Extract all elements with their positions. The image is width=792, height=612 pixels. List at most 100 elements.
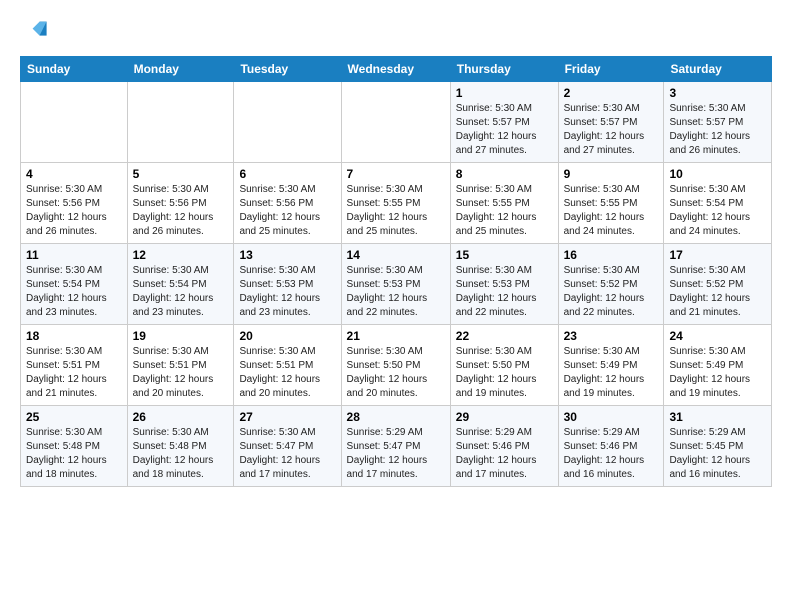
day-cell: 2 Sunrise: 5:30 AM Sunset: 5:57 PM Daylig… — [558, 82, 664, 163]
day-number: 2 — [564, 86, 659, 100]
day-cell: 26 Sunrise: 5:30 AM Sunset: 5:48 PM Dayli… — [127, 406, 234, 487]
col-header-wednesday: Wednesday — [341, 57, 450, 82]
day-number: 6 — [239, 167, 335, 181]
day-number: 14 — [347, 248, 445, 262]
day-number: 30 — [564, 410, 659, 424]
day-detail: Sunrise: 5:30 AM Sunset: 5:55 PM Dayligh… — [347, 183, 445, 239]
day-cell — [21, 82, 128, 163]
day-cell: 18 Sunrise: 5:30 AM Sunset: 5:51 PM Dayli… — [21, 325, 128, 406]
day-cell: 29 Sunrise: 5:29 AM Sunset: 5:46 PM Dayli… — [450, 406, 558, 487]
day-detail: Sunrise: 5:30 AM Sunset: 5:53 PM Dayligh… — [239, 264, 335, 320]
day-detail: Sunrise: 5:30 AM Sunset: 5:52 PM Dayligh… — [669, 264, 766, 320]
day-number: 24 — [669, 329, 766, 343]
day-number: 25 — [26, 410, 122, 424]
day-detail: Sunrise: 5:30 AM Sunset: 5:48 PM Dayligh… — [26, 426, 122, 482]
day-cell: 22 Sunrise: 5:30 AM Sunset: 5:50 PM Dayli… — [450, 325, 558, 406]
day-number: 3 — [669, 86, 766, 100]
day-cell: 8 Sunrise: 5:30 AM Sunset: 5:55 PM Daylig… — [450, 163, 558, 244]
day-cell: 23 Sunrise: 5:30 AM Sunset: 5:49 PM Dayli… — [558, 325, 664, 406]
week-row-2: 4 Sunrise: 5:30 AM Sunset: 5:56 PM Daylig… — [21, 163, 772, 244]
day-detail: Sunrise: 5:30 AM Sunset: 5:50 PM Dayligh… — [456, 345, 553, 401]
day-cell — [127, 82, 234, 163]
day-cell: 11 Sunrise: 5:30 AM Sunset: 5:54 PM Dayli… — [21, 244, 128, 325]
page: SundayMondayTuesdayWednesdayThursdayFrid… — [0, 0, 792, 499]
day-cell: 16 Sunrise: 5:30 AM Sunset: 5:52 PM Dayli… — [558, 244, 664, 325]
day-detail: Sunrise: 5:30 AM Sunset: 5:51 PM Dayligh… — [239, 345, 335, 401]
week-row-4: 18 Sunrise: 5:30 AM Sunset: 5:51 PM Dayli… — [21, 325, 772, 406]
day-number: 28 — [347, 410, 445, 424]
day-cell: 24Sunrise: 5:30 AM Sunset: 5:49 PM Dayli… — [664, 325, 772, 406]
day-number: 1 — [456, 86, 553, 100]
day-detail: Sunrise: 5:30 AM Sunset: 5:54 PM Dayligh… — [26, 264, 122, 320]
week-row-1: 1 Sunrise: 5:30 AM Sunset: 5:57 PM Daylig… — [21, 82, 772, 163]
day-cell: 19 Sunrise: 5:30 AM Sunset: 5:51 PM Dayli… — [127, 325, 234, 406]
day-number: 11 — [26, 248, 122, 262]
day-cell: 31Sunrise: 5:29 AM Sunset: 5:45 PM Dayli… — [664, 406, 772, 487]
day-cell: 15Sunrise: 5:30 AM Sunset: 5:53 PM Dayli… — [450, 244, 558, 325]
header-row: SundayMondayTuesdayWednesdayThursdayFrid… — [21, 57, 772, 82]
col-header-saturday: Saturday — [664, 57, 772, 82]
day-cell: 30 Sunrise: 5:29 AM Sunset: 5:46 PM Dayli… — [558, 406, 664, 487]
day-number: 13 — [239, 248, 335, 262]
day-detail: Sunrise: 5:29 AM Sunset: 5:46 PM Dayligh… — [564, 426, 659, 482]
day-number: 4 — [26, 167, 122, 181]
day-number: 29 — [456, 410, 553, 424]
day-number: 21 — [347, 329, 445, 343]
day-number: 16 — [564, 248, 659, 262]
col-header-tuesday: Tuesday — [234, 57, 341, 82]
day-number: 23 — [564, 329, 659, 343]
day-cell: 13 Sunrise: 5:30 AM Sunset: 5:53 PM Dayli… — [234, 244, 341, 325]
day-cell: 5 Sunrise: 5:30 AM Sunset: 5:56 PM Daylig… — [127, 163, 234, 244]
day-number: 18 — [26, 329, 122, 343]
day-number: 22 — [456, 329, 553, 343]
day-detail: Sunrise: 5:30 AM Sunset: 5:50 PM Dayligh… — [347, 345, 445, 401]
day-cell: 6Sunrise: 5:30 AM Sunset: 5:56 PM Daylig… — [234, 163, 341, 244]
day-number: 26 — [133, 410, 229, 424]
day-number: 8 — [456, 167, 553, 181]
col-header-thursday: Thursday — [450, 57, 558, 82]
day-detail: Sunrise: 5:30 AM Sunset: 5:57 PM Dayligh… — [669, 102, 766, 158]
header — [20, 16, 772, 44]
day-cell: 12Sunrise: 5:30 AM Sunset: 5:54 PM Dayli… — [127, 244, 234, 325]
day-detail: Sunrise: 5:30 AM Sunset: 5:51 PM Dayligh… — [26, 345, 122, 401]
day-detail: Sunrise: 5:30 AM Sunset: 5:57 PM Dayligh… — [456, 102, 553, 158]
day-detail: Sunrise: 5:29 AM Sunset: 5:46 PM Dayligh… — [456, 426, 553, 482]
day-cell: 27Sunrise: 5:30 AM Sunset: 5:47 PM Dayli… — [234, 406, 341, 487]
day-cell: 9Sunrise: 5:30 AM Sunset: 5:55 PM Daylig… — [558, 163, 664, 244]
week-row-3: 11 Sunrise: 5:30 AM Sunset: 5:54 PM Dayli… — [21, 244, 772, 325]
day-cell: 20Sunrise: 5:30 AM Sunset: 5:51 PM Dayli… — [234, 325, 341, 406]
day-cell: 3 Sunrise: 5:30 AM Sunset: 5:57 PM Daylig… — [664, 82, 772, 163]
week-row-5: 25 Sunrise: 5:30 AM Sunset: 5:48 PM Dayli… — [21, 406, 772, 487]
day-detail: Sunrise: 5:30 AM Sunset: 5:51 PM Dayligh… — [133, 345, 229, 401]
day-cell — [341, 82, 450, 163]
day-detail: Sunrise: 5:29 AM Sunset: 5:47 PM Dayligh… — [347, 426, 445, 482]
day-number: 19 — [133, 329, 229, 343]
day-number: 5 — [133, 167, 229, 181]
day-cell: 7Sunrise: 5:30 AM Sunset: 5:55 PM Daylig… — [341, 163, 450, 244]
day-number: 17 — [669, 248, 766, 262]
day-cell: 21 Sunrise: 5:30 AM Sunset: 5:50 PM Dayli… — [341, 325, 450, 406]
day-detail: Sunrise: 5:30 AM Sunset: 5:56 PM Dayligh… — [26, 183, 122, 239]
day-number: 9 — [564, 167, 659, 181]
day-cell: 17 Sunrise: 5:30 AM Sunset: 5:52 PM Dayli… — [664, 244, 772, 325]
day-detail: Sunrise: 5:30 AM Sunset: 5:53 PM Dayligh… — [347, 264, 445, 320]
day-cell: 25 Sunrise: 5:30 AM Sunset: 5:48 PM Dayli… — [21, 406, 128, 487]
day-cell: 28 Sunrise: 5:29 AM Sunset: 5:47 PM Dayli… — [341, 406, 450, 487]
day-detail: Sunrise: 5:30 AM Sunset: 5:47 PM Dayligh… — [239, 426, 335, 482]
day-detail: Sunrise: 5:30 AM Sunset: 5:57 PM Dayligh… — [564, 102, 659, 158]
day-detail: Sunrise: 5:30 AM Sunset: 5:49 PM Dayligh… — [564, 345, 659, 401]
day-cell: 10Sunrise: 5:30 AM Sunset: 5:54 PM Dayli… — [664, 163, 772, 244]
day-detail: Sunrise: 5:30 AM Sunset: 5:52 PM Dayligh… — [564, 264, 659, 320]
day-cell: 4 Sunrise: 5:30 AM Sunset: 5:56 PM Daylig… — [21, 163, 128, 244]
day-detail: Sunrise: 5:30 AM Sunset: 5:56 PM Dayligh… — [133, 183, 229, 239]
day-cell: 1 Sunrise: 5:30 AM Sunset: 5:57 PM Daylig… — [450, 82, 558, 163]
day-cell — [234, 82, 341, 163]
day-detail: Sunrise: 5:30 AM Sunset: 5:54 PM Dayligh… — [669, 183, 766, 239]
day-detail: Sunrise: 5:30 AM Sunset: 5:48 PM Dayligh… — [133, 426, 229, 482]
logo — [20, 16, 52, 44]
day-number: 12 — [133, 248, 229, 262]
day-cell: 14 Sunrise: 5:30 AM Sunset: 5:53 PM Dayli… — [341, 244, 450, 325]
day-number: 31 — [669, 410, 766, 424]
day-detail: Sunrise: 5:30 AM Sunset: 5:55 PM Dayligh… — [456, 183, 553, 239]
calendar-table: SundayMondayTuesdayWednesdayThursdayFrid… — [20, 56, 772, 487]
